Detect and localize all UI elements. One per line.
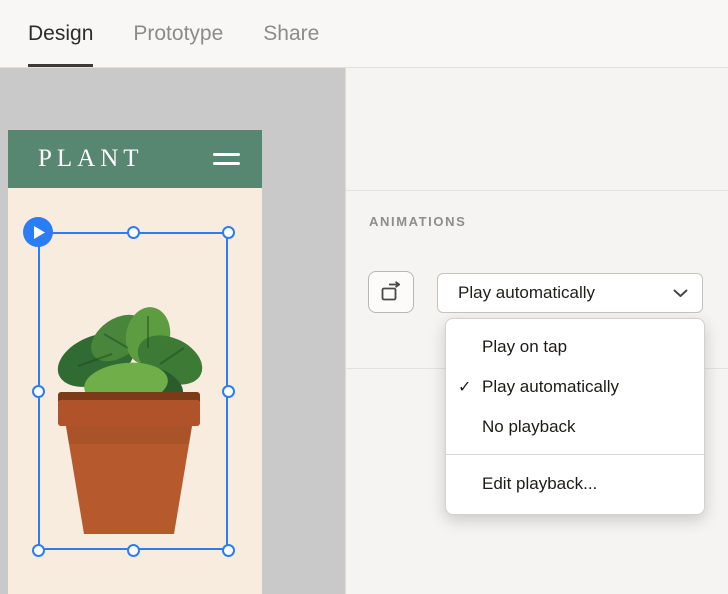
playback-dropdown[interactable]: Play automatically: [437, 273, 703, 313]
hamburger-menu-icon: [213, 153, 240, 165]
play-trigger-icon: [379, 281, 403, 303]
menu-divider: [446, 454, 704, 455]
check-icon: ✓: [458, 377, 471, 397]
inspector-panel: ANIMATIONS Play automatically Play on ta…: [345, 68, 728, 594]
selection-handle-top-mid[interactable]: [127, 226, 140, 239]
artboard-title: PLANT: [38, 145, 144, 173]
content-area: PLANT: [0, 68, 728, 594]
menu-item-play-automatically[interactable]: ✓ Play automatically: [446, 367, 704, 407]
chevron-down-icon: [673, 289, 688, 298]
play-animation-badge[interactable]: [23, 217, 53, 247]
animations-section-title: ANIMATIONS: [369, 214, 466, 229]
menu-item-no-playback[interactable]: No playback: [446, 407, 704, 447]
panel-section-divider: [346, 190, 728, 191]
selection-handle-bottom-mid[interactable]: [127, 544, 140, 557]
selection-handle-mid-right[interactable]: [222, 385, 235, 398]
animation-trigger-button[interactable]: [368, 271, 414, 313]
selection-handle-top-right[interactable]: [222, 226, 235, 239]
menu-item-edit-playback[interactable]: Edit playback...: [446, 462, 704, 506]
playback-dropdown-value: Play automatically: [458, 283, 595, 303]
top-tab-bar: Design Prototype Share: [0, 0, 728, 68]
play-icon: [33, 225, 46, 240]
playback-menu: Play on tap ✓ Play automatically No play…: [445, 318, 705, 515]
selection-handle-mid-left[interactable]: [32, 385, 45, 398]
design-canvas[interactable]: PLANT: [0, 68, 345, 594]
selection-handle-bottom-right[interactable]: [222, 544, 235, 557]
tab-prototype[interactable]: Prototype: [133, 0, 223, 67]
selection-handle-bottom-left[interactable]: [32, 544, 45, 557]
app-window: Design Prototype Share PLANT: [0, 0, 728, 594]
tab-design[interactable]: Design: [28, 0, 93, 67]
selection-bounding-box[interactable]: [38, 232, 228, 550]
artboard-header: PLANT: [8, 130, 262, 188]
menu-item-play-on-tap[interactable]: Play on tap: [446, 327, 704, 367]
tab-share[interactable]: Share: [263, 0, 319, 67]
